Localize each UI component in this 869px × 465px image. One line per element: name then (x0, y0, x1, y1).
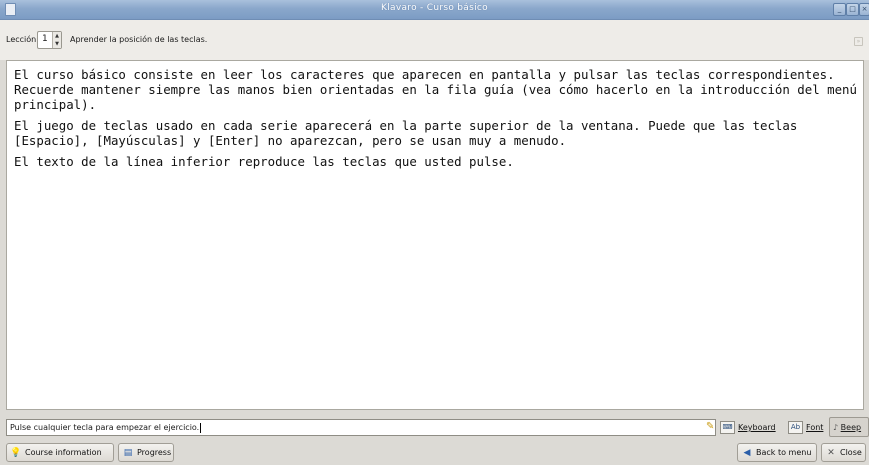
beep-label: Beep (840, 423, 862, 432)
lesson-description: Aprender la posición de las teclas. (70, 35, 208, 44)
close-label: Close (840, 448, 862, 457)
course-information-button[interactable]: 💡 Course information (6, 443, 114, 462)
font-icon: Ab (788, 421, 803, 434)
clear-broom-icon[interactable]: ✎ (706, 421, 716, 433)
progress-button[interactable]: ▤ Progress (118, 443, 174, 462)
title-bar: Klavaro - Curso básico _ □ × (0, 0, 869, 20)
keyboard-icon: ⌨ (720, 421, 735, 434)
lesson-spinner[interactable]: 1 ▲ ▼ (37, 31, 62, 49)
close-window-button[interactable]: × (859, 3, 869, 16)
beep-icon: ♪ (833, 423, 839, 432)
lesson-row: Lección: 1 ▲ ▼ Aprender la posición de la… (0, 20, 869, 60)
font-button[interactable]: Ab Font (788, 419, 823, 436)
window-title: Klavaro - Curso básico (381, 3, 488, 13)
lightbulb-icon: 💡 (10, 447, 22, 458)
maximize-button[interactable]: □ (846, 3, 859, 16)
close-icon: ✕ (827, 447, 835, 458)
instruction-paragraph: El juego de teclas usado en cada serie a… (14, 118, 798, 148)
instruction-text-area[interactable]: El curso básico consiste en leer los car… (6, 60, 864, 410)
instruction-paragraph: El curso básico consiste en leer los car… (14, 67, 857, 112)
typing-entry[interactable]: Pulse cualquier tecla para empezar el ej… (6, 419, 716, 436)
course-information-label: Course information (25, 448, 102, 457)
keyboard-label: Keyboard (738, 423, 776, 432)
back-to-menu-label: Back to menu (756, 448, 812, 457)
input-row: Pulse cualquier tecla para empezar el ej… (6, 417, 869, 437)
lesson-info-icon[interactable]: » (854, 37, 863, 46)
lesson-label: Lección: (6, 35, 39, 44)
instruction-paragraph: El texto de la línea inferior reproduce … (14, 154, 514, 169)
spinner-arrows-icon[interactable]: ▲ ▼ (52, 32, 61, 48)
close-button[interactable]: ✕ Close (821, 443, 866, 462)
entry-text: Pulse cualquier tecla para empezar el ej… (10, 423, 200, 432)
font-label: Font (806, 423, 824, 432)
keyboard-button[interactable]: ⌨ Keyboard (720, 419, 776, 436)
back-to-menu-button[interactable]: ◀ Back to menu (737, 443, 817, 462)
beep-toggle[interactable]: ♪ Beep (829, 417, 869, 437)
minimize-button[interactable]: _ (833, 3, 846, 16)
lesson-number[interactable]: 1 (42, 34, 48, 44)
progress-chart-icon: ▤ (123, 447, 133, 458)
back-arrow-icon: ◀ (743, 447, 751, 458)
text-caret (200, 422, 202, 433)
progress-label: Progress (137, 448, 172, 457)
